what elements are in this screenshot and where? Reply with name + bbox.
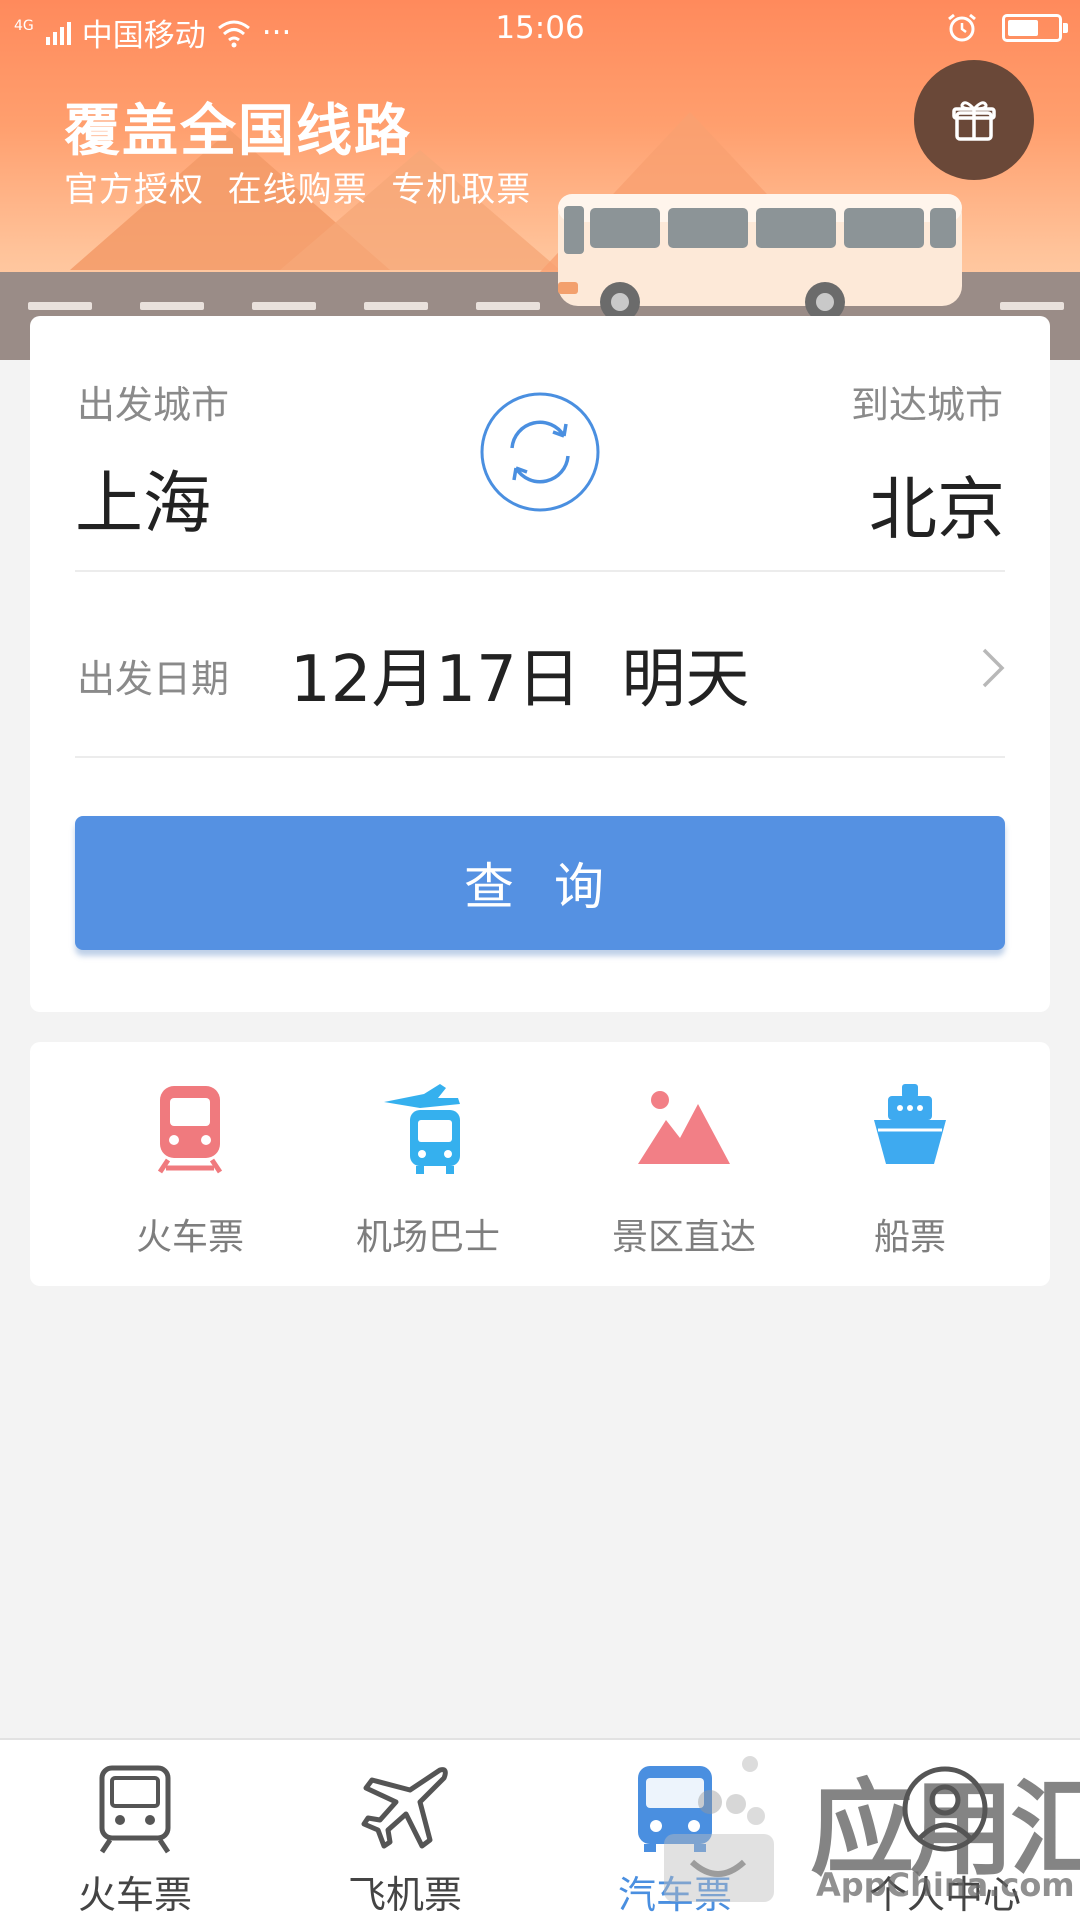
route-card: 出发城市 上海 到达城市 北京 出发日期 12月17日 明天 查 询	[30, 316, 1050, 1012]
service-label: 火车票	[135, 1217, 244, 1258]
train-icon	[157, 1086, 223, 1174]
date-value[interactable]: 12月17日 明天	[290, 628, 750, 720]
clock: 15:06	[495, 10, 585, 46]
plane-tab-icon	[361, 1767, 448, 1849]
scenic-mountain-icon	[638, 1091, 730, 1164]
date-label: 出发日期	[77, 657, 230, 701]
gift-icon	[952, 101, 996, 141]
search-button[interactable]: 查 询	[75, 816, 1005, 950]
alarm-icon	[948, 13, 976, 42]
tab-label: 个人中心	[868, 1873, 1021, 1917]
service-ship[interactable]: 船票	[800, 1042, 1020, 1287]
gift-button[interactable]	[914, 60, 1034, 180]
bus-tab-icon	[638, 1766, 712, 1852]
to-city[interactable]: 北京	[869, 454, 1005, 553]
services-card: 火车票 机场巴士 景区直达 船票	[30, 1042, 1050, 1286]
profile-tab-icon	[902, 1766, 988, 1852]
battery-icon	[1002, 14, 1068, 42]
tab-label: 汽车票	[617, 1873, 732, 1917]
divider	[75, 570, 1005, 572]
service-scenic[interactable]: 景区直达	[574, 1042, 794, 1287]
ship-icon	[874, 1084, 946, 1164]
airport-bus-icon	[384, 1084, 460, 1174]
to-city-label: 到达城市	[850, 383, 1003, 427]
from-city-label: 出发城市	[77, 383, 230, 427]
service-label: 船票	[873, 1217, 946, 1258]
service-airport-bus[interactable]: 机场巴士	[318, 1042, 538, 1287]
tab-bus[interactable]: 汽车票	[540, 1740, 810, 1920]
status-bar: 4G 中国移动 ··· 15:06	[0, 0, 1080, 60]
bottom-tab-bar: 火车票 飞机票 汽车票 个人中心	[0, 1738, 1080, 1920]
tab-label: 火车票	[77, 1873, 192, 1917]
banner-title: 覆盖全国线路	[64, 99, 412, 164]
tab-label: 飞机票	[347, 1873, 462, 1917]
bus-illustration	[558, 194, 962, 320]
from-city[interactable]: 上海	[75, 448, 211, 547]
chevron-right-icon[interactable]	[978, 646, 1008, 690]
train-tab-icon	[99, 1765, 171, 1854]
tab-train[interactable]: 火车票	[0, 1740, 270, 1920]
service-train[interactable]: 火车票	[80, 1042, 300, 1287]
divider	[75, 756, 1005, 758]
service-label: 机场巴士	[355, 1217, 500, 1258]
banner-subtitle: 官方授权 在线购票 专机取票	[64, 170, 532, 210]
tab-profile[interactable]: 个人中心	[810, 1740, 1080, 1920]
swap-cities-icon[interactable]	[478, 390, 602, 514]
service-label: 景区直达	[611, 1217, 756, 1258]
tab-flight[interactable]: 飞机票	[270, 1740, 540, 1920]
